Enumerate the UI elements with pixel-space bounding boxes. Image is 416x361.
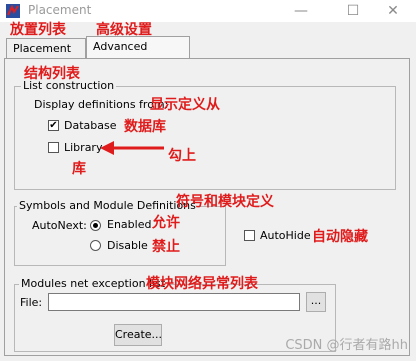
enabled-label: Enabled [107,218,152,231]
annotation-database: 数据库 [124,119,166,135]
annotation-allow: 允许 [152,215,180,231]
enabled-radio[interactable] [90,220,101,231]
database-checkbox[interactable]: ✔ [48,120,59,131]
annotation-list-construction: 结构列表 [24,66,80,82]
create-button[interactable]: Create... [114,324,162,346]
tab-placement-list[interactable]: Placement List [6,38,86,75]
annotation-symbols: 符号和模块定义 [176,194,274,210]
annotation-check-it: 勾上 [168,148,196,164]
file-input[interactable] [48,293,300,311]
exception-list-title: Modules net exception list [19,277,168,290]
annotation-autohide: 自动隐藏 [312,229,368,245]
autohide-checkbox[interactable] [244,230,255,241]
annotation-arrow-icon [100,141,164,155]
autonext-label: AutoNext: [32,219,87,232]
radio-selected-dot [93,223,98,228]
annotation-placement-list: 放置列表 [10,22,66,38]
file-label: File: [20,296,43,309]
browse-button-label: ... [310,294,322,307]
autohide-label: AutoHide [260,229,311,242]
annotation-library: 库 [72,161,86,177]
window-title: Placement [28,3,92,17]
app-logo-icon [6,4,20,18]
close-button[interactable]: ✕ [370,0,416,22]
browse-button[interactable]: ... [306,292,326,312]
library-checkbox[interactable] [48,142,59,153]
create-button-label: Create... [115,328,163,341]
symbols-group: Symbols and Module Definitions [14,199,226,266]
annotation-advanced-settings: 高级设置 [96,22,152,38]
annotation-exception-list: 模块网络异常列表 [146,276,258,292]
minimize-button[interactable]: — [278,0,324,22]
disable-label: Disable [107,239,148,252]
annotation-display-from: 显示定义从 [150,97,220,113]
symbols-title: Symbols and Module Definitions [17,199,198,212]
annotation-disable: 禁止 [152,239,180,255]
database-label: Database [64,119,117,132]
tab-advanced-settings[interactable]: Advanced Settings [86,36,190,73]
disable-radio[interactable] [90,240,101,251]
display-from-label: Display definitions from: [34,98,169,111]
watermark-text: CSDN @行者有路hh [285,338,408,353]
library-label: Library [64,141,103,154]
